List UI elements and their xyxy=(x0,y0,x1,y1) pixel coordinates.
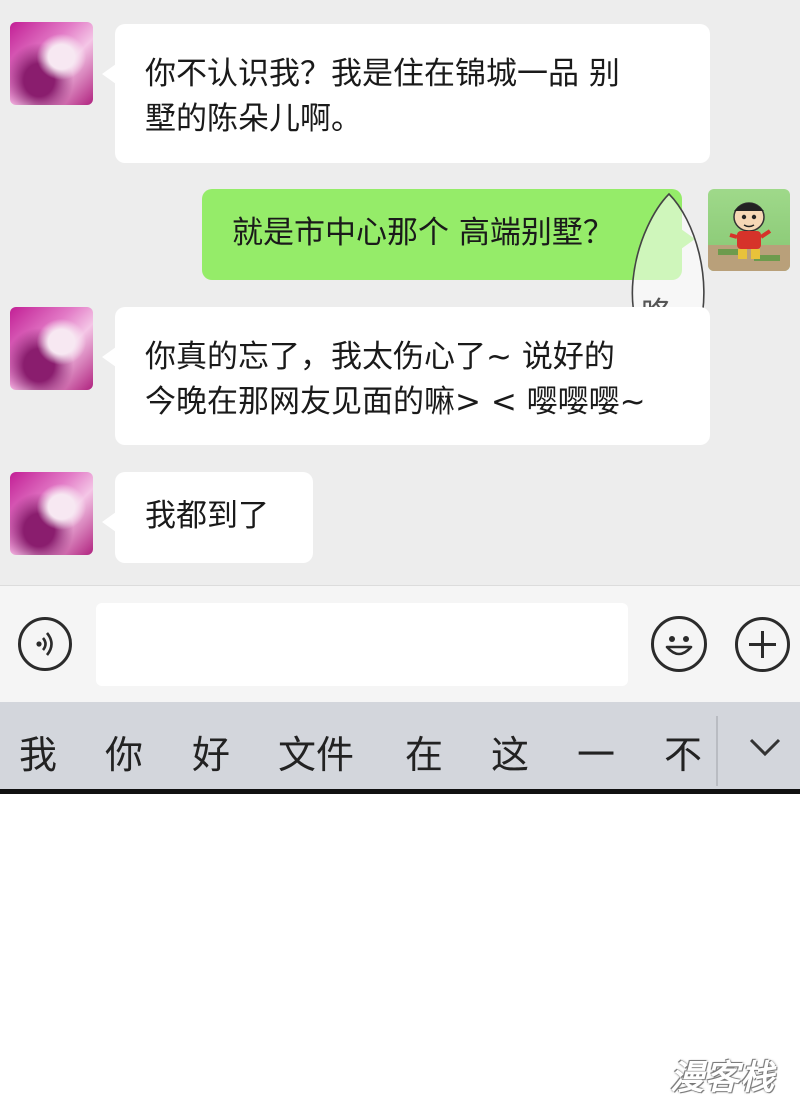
voice-button[interactable] xyxy=(18,617,72,671)
candidate-divider xyxy=(716,716,718,786)
candidate-word[interactable]: 不 xyxy=(664,730,702,780)
message-input[interactable] xyxy=(96,603,628,686)
candidate-word[interactable]: 你 xyxy=(105,730,143,780)
message-bubble-received: 你真的忘了，我太伤心了~ 说好的 今晚在那网友见面的嘛> < 嘤嘤嘤~ xyxy=(102,307,710,445)
chevron-down-icon xyxy=(749,738,781,757)
collapse-candidates-button[interactable] xyxy=(745,732,785,766)
emoji-button[interactable] xyxy=(651,616,707,672)
panel-bottom-border xyxy=(0,789,800,794)
watermark-logo: 漫客栈 xyxy=(670,1058,775,1098)
candidate-word[interactable]: 在 xyxy=(405,730,443,780)
plus-icon xyxy=(749,631,776,658)
cartoon-avatar-icon xyxy=(708,202,790,271)
candidate-word[interactable]: 文件 xyxy=(278,730,354,780)
contact-avatar[interactable] xyxy=(10,472,93,555)
candidate-word[interactable]: 好 xyxy=(192,730,230,780)
emoji-icon xyxy=(665,636,693,656)
self-avatar[interactable] xyxy=(708,189,790,271)
voice-icon xyxy=(36,632,53,656)
contact-avatar[interactable] xyxy=(10,22,93,105)
plus-button[interactable] xyxy=(735,617,790,672)
candidate-word[interactable]: 一 xyxy=(577,730,615,780)
candidate-word[interactable]: 这 xyxy=(491,730,529,780)
message-bubble-received: 你不认识我？我是住在锦城一品 别 墅的陈朵儿啊。 xyxy=(102,24,710,163)
input-bar xyxy=(0,585,800,702)
contact-avatar[interactable] xyxy=(10,307,93,390)
message-bubble-sent: 就是市中心那个 高端别墅？ xyxy=(202,189,695,280)
message-bubble-received: 我都到了 xyxy=(102,472,313,563)
candidate-word[interactable]: 我 xyxy=(19,730,57,780)
